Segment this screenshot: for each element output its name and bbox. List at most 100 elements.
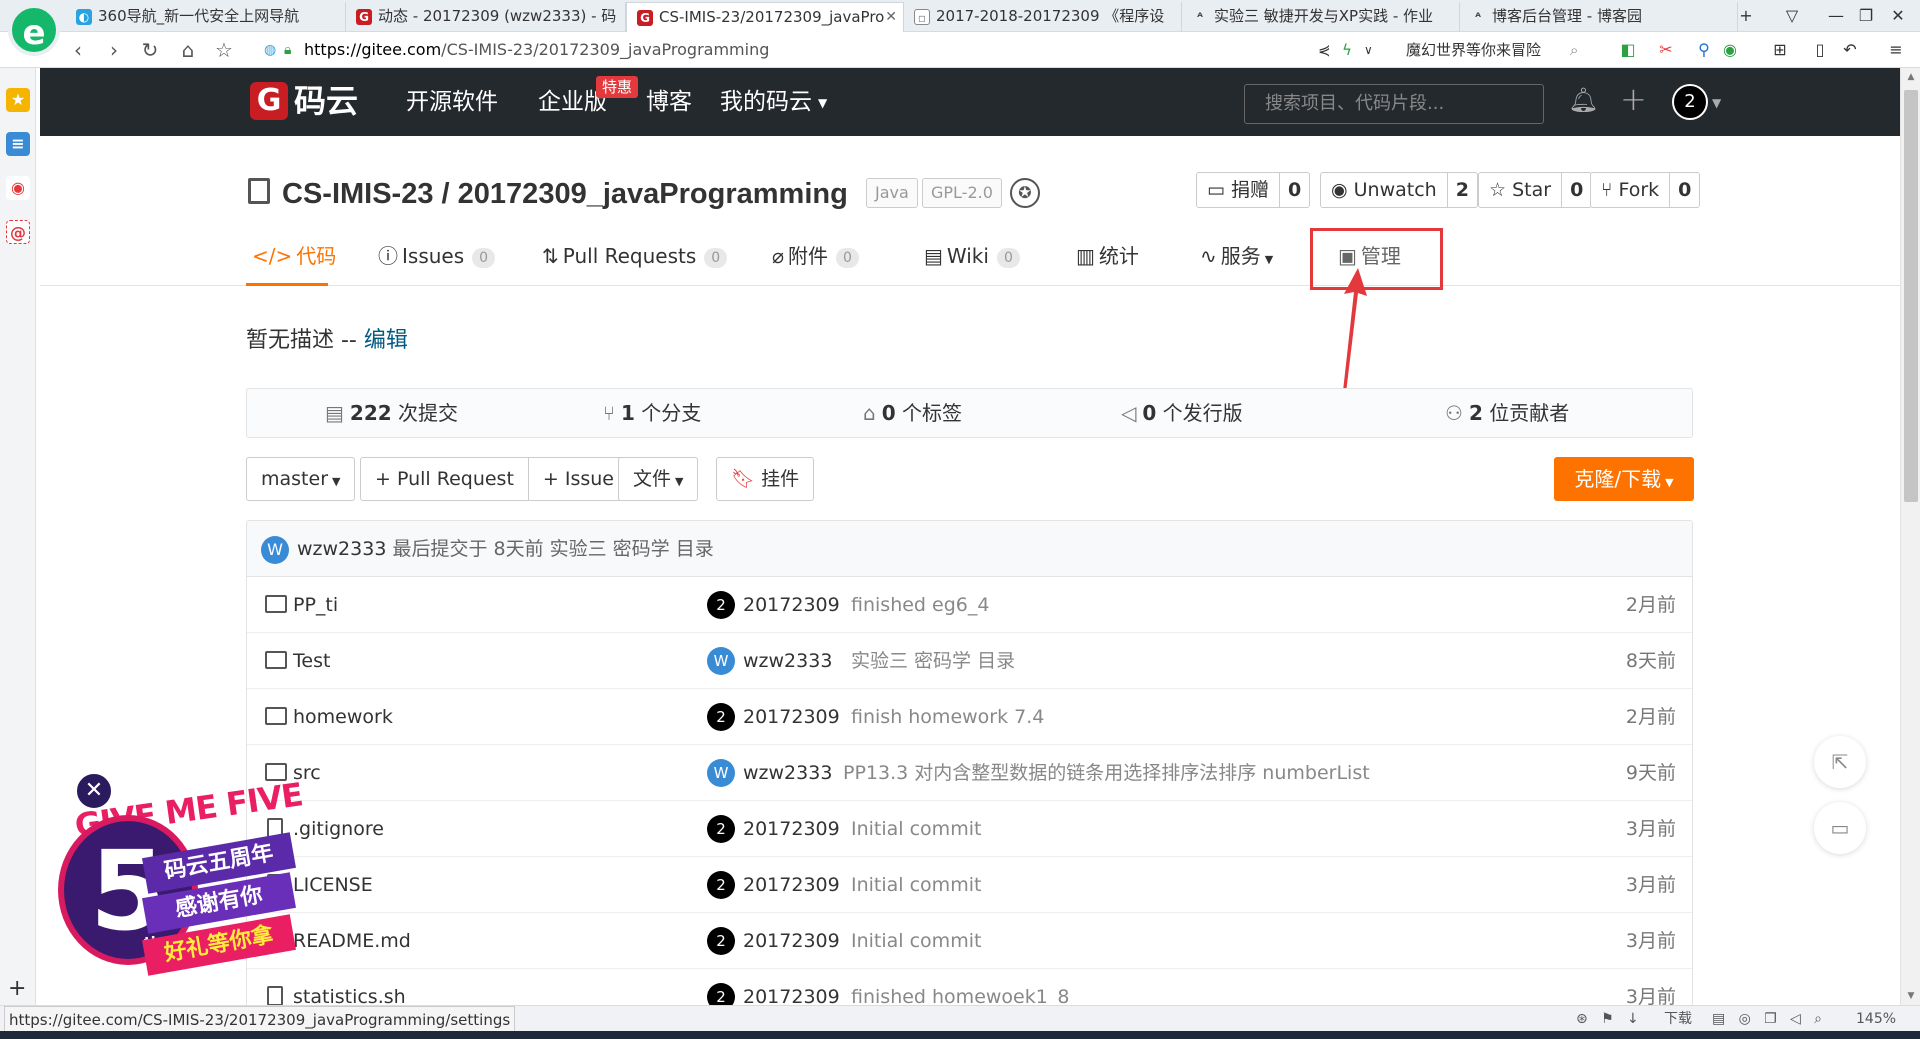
file-name[interactable]: README.md xyxy=(293,913,411,969)
browser-tab[interactable]: ᴬ 博客后台管理 - 博客园 xyxy=(1460,2,1738,32)
star-button[interactable]: ☆ Star 0 xyxy=(1478,172,1593,208)
create-plus-icon[interactable]: + xyxy=(1620,80,1647,118)
new-tab-button[interactable]: + xyxy=(1726,2,1766,30)
tab-attachments[interactable]: ⌀ 附件 0 xyxy=(772,240,859,286)
stat-releases[interactable]: ◁ 0 个发行版 xyxy=(1121,389,1243,437)
scroll-up-icon[interactable]: ▲ xyxy=(1901,68,1920,86)
close-window-button[interactable]: ✕ xyxy=(1878,2,1918,30)
table-row[interactable]: README.md 2 20172309 Initial commit 3月前 xyxy=(247,913,1692,969)
stat-tags[interactable]: ⌂ 0 个标签 xyxy=(863,389,962,437)
nav-my-gitee[interactable]: 我的码云 ▼ xyxy=(720,68,827,137)
commit-user[interactable]: wzw2333 xyxy=(743,745,832,801)
fork-button[interactable]: ⑂ Fork 0 xyxy=(1590,172,1701,208)
browser-tab[interactable]: ◐ 360导航_新一代安全上网导航 xyxy=(66,2,346,32)
avatar[interactable]: 2 xyxy=(707,591,735,619)
commit-text[interactable]: 最后提交于 8天前 实验三 密码学 目录 xyxy=(392,538,713,560)
avatar[interactable]: 2 xyxy=(707,703,735,731)
file-name[interactable]: Test xyxy=(293,633,330,689)
new-issue-button[interactable]: + Issue xyxy=(527,458,628,500)
tab-issues[interactable]: ⓘ Issues 0 xyxy=(378,240,496,286)
close-icon[interactable]: ✕ xyxy=(74,771,114,811)
scrollbar-thumb[interactable] xyxy=(1904,90,1918,502)
tab-wiki[interactable]: ▤ Wiki 0 xyxy=(924,240,1020,286)
comment-icon[interactable]: ▭ xyxy=(1814,802,1866,854)
repo-owner-link[interactable]: CS-IMIS-23 xyxy=(282,178,433,210)
commit-message[interactable]: PP13.3 对内含整型数据的链条用选择排序法排序 numberList xyxy=(843,745,1370,801)
chevron-down-icon[interactable]: ∨ xyxy=(1364,36,1373,64)
avatar[interactable]: W xyxy=(707,647,735,675)
table-row[interactable]: Test W wzw2333 实验三 密码学 目录 8天前 xyxy=(247,633,1692,689)
avatar[interactable]: W xyxy=(261,535,289,564)
license-label[interactable]: GPL-2.0 xyxy=(922,178,1002,208)
repo-name-link[interactable]: 20172309_javaProgramming xyxy=(458,178,848,210)
game-icon[interactable]: ◉ xyxy=(1720,40,1740,60)
commit-message[interactable]: finish homework 7.4 xyxy=(851,689,1044,745)
award-icon[interactable]: ✪ xyxy=(1010,178,1040,208)
table-row[interactable]: homework 2 20172309 finish homework 7.4 … xyxy=(247,689,1692,745)
commit-user[interactable]: 20172309 xyxy=(743,689,840,745)
commit-message[interactable]: Initial commit xyxy=(851,801,981,857)
browser-tab-active[interactable]: G CS-IMIS-23/20172309_javaPro ✕ xyxy=(626,2,904,33)
mail-icon[interactable]: @ xyxy=(6,220,30,244)
sidebar-add-icon[interactable]: + xyxy=(8,976,26,1001)
user-avatar[interactable]: 2 xyxy=(1672,84,1708,120)
table-row[interactable]: src W wzw2333 PP13.3 对内含整型数据的链条用选择排序法排序 … xyxy=(247,745,1692,801)
apps-icon[interactable]: ⊞ xyxy=(1770,40,1790,60)
tab-pull-requests[interactable]: ⇅ Pull Requests 0 xyxy=(542,240,728,286)
commit-user[interactable]: 20172309 xyxy=(743,801,840,857)
commit-user[interactable]: wzw2333 xyxy=(743,633,832,689)
home-button[interactable]: ⌂ xyxy=(174,36,202,64)
anniversary-promo[interactable]: GIVE ME FIVE 5 th ✕ 码云五周年 感谢有你 好礼等你拿 xyxy=(52,755,305,985)
forward-button[interactable]: › xyxy=(100,36,128,64)
table-row[interactable]: .gitignore 2 20172309 Initial commit 3月前 xyxy=(247,801,1692,857)
file-name[interactable]: homework xyxy=(293,689,393,745)
browser-tab[interactable]: ▫ 2017-2018-20172309 《程序设 xyxy=(904,2,1182,32)
browser-tab[interactable]: ᴬ 实验三 敏捷开发与XP实践 - 作业 xyxy=(1182,2,1460,32)
menu-icon[interactable]: ≡ xyxy=(1886,40,1906,60)
clone-download-button[interactable]: 克隆/下载 ▼ xyxy=(1554,457,1694,501)
commit-user[interactable]: 20172309 xyxy=(743,913,840,969)
stat-contributors[interactable]: ⚇ 2 位贡献者 xyxy=(1445,389,1569,437)
tab-code[interactable]: </> 代码 xyxy=(246,240,336,286)
url-field[interactable]: ◍ 🔒︎ https://gitee.com/CS-IMIS-23/201723… xyxy=(258,36,1388,64)
bell-icon[interactable]: 🔔︎ xyxy=(1568,86,1598,114)
commit-message[interactable]: Initial commit xyxy=(851,857,981,913)
weibo-icon[interactable]: ◉ xyxy=(6,176,30,200)
extension-icon[interactable]: ◧ xyxy=(1618,40,1638,60)
file-name[interactable]: .gitignore xyxy=(293,801,384,857)
commit-user[interactable]: 20172309 xyxy=(743,577,840,633)
tab-services[interactable]: ∿ 服务 ▼ xyxy=(1200,240,1273,286)
edit-description-link[interactable]: 编辑 xyxy=(364,328,408,353)
find-icon[interactable]: ⚲ xyxy=(1694,40,1714,60)
stat-commits[interactable]: ▤ 222 次提交 xyxy=(325,389,458,437)
nav-blog[interactable]: 博客 xyxy=(646,68,692,136)
unwatch-button[interactable]: ◉ Unwatch 2 xyxy=(1320,172,1478,208)
table-row[interactable]: LICENSE 2 20172309 Initial commit 3月前 xyxy=(247,857,1692,913)
notes-icon[interactable]: ≡ xyxy=(6,132,30,156)
share-icon[interactable]: ⇱ xyxy=(1814,736,1866,788)
avatar[interactable]: 2 xyxy=(707,927,735,955)
mobile-icon[interactable]: ▯ xyxy=(1810,40,1830,60)
address-ad-text[interactable]: 魔幻世界等你来冒险 xyxy=(1406,36,1541,64)
avatar[interactable]: W xyxy=(707,759,735,787)
caret-down-icon[interactable]: ▼ xyxy=(1712,96,1721,110)
table-row[interactable]: PP_ti 2 20172309 finished eg6_4 2月前 xyxy=(247,577,1692,633)
close-tab-icon[interactable]: ✕ xyxy=(885,3,897,31)
cut-icon[interactable]: ✂ xyxy=(1656,40,1676,60)
donate-button[interactable]: ▭ 捐赠 0 xyxy=(1196,172,1311,208)
new-pull-request-button[interactable]: + Pull Request xyxy=(361,458,528,500)
file-name[interactable]: PP_ti xyxy=(293,577,338,633)
download-link[interactable]: 下载 xyxy=(1664,1006,1692,1032)
branch-select[interactable]: master ▼ xyxy=(246,457,356,501)
lightning-icon[interactable]: ϟ xyxy=(1342,36,1352,64)
avatar[interactable]: 2 xyxy=(707,815,735,843)
commit-user[interactable]: wzw2333 xyxy=(297,538,386,560)
files-dropdown[interactable]: 文件 ▼ xyxy=(618,457,699,501)
commit-user[interactable]: 20172309 xyxy=(743,857,840,913)
search-input[interactable]: 搜索项目、代码片段... xyxy=(1244,84,1544,124)
share-icon[interactable]: ⋞ xyxy=(1318,36,1331,64)
reload-button[interactable]: ↻ xyxy=(136,36,164,64)
language-label[interactable]: Java xyxy=(866,178,918,208)
scroll-down-icon[interactable]: ▼ xyxy=(1901,987,1920,1005)
browser-logo[interactable]: e xyxy=(8,4,60,56)
